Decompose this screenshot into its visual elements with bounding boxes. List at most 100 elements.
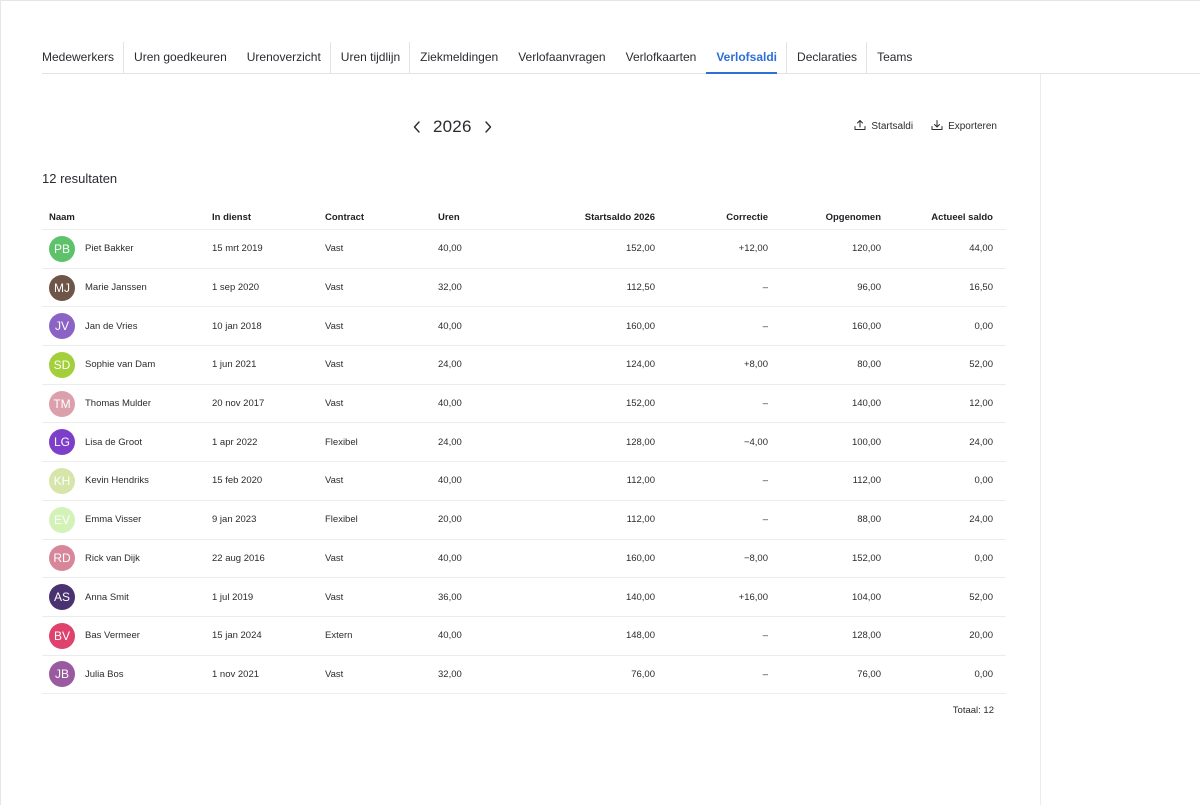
avatar: TM	[49, 390, 75, 417]
cell-correctie: –	[762, 668, 768, 680]
cell-naam: TM Thomas Mulder	[42, 390, 212, 417]
header-startsaldo[interactable]: Startsaldo 2026	[541, 212, 655, 223]
cell-startsaldo: 128,00	[625, 436, 655, 448]
cell-contract: Vast	[325, 320, 344, 332]
table-row[interactable]: MJ Marie Janssen 1 sep 2020 Vast 32,00 112,50…	[42, 269, 1006, 308]
cell-opgenomen: 160,00	[851, 320, 881, 332]
header-contract[interactable]: Contract	[325, 212, 438, 223]
table-row[interactable]: BV Bas Vermeer 15 jan 2024 Extern 40,00 148,0…	[42, 617, 1006, 656]
table-row[interactable]: LG Lisa de Groot 1 apr 2022 Flexibel 24,00 12…	[42, 423, 1006, 463]
cell-naam: JB Julia Bos	[42, 661, 212, 688]
cell-actueel-saldo: 0,00	[974, 552, 994, 564]
cell-in-dienst: 1 jul 2019	[212, 591, 254, 603]
cell-in-dienst: 22 aug 2016	[212, 552, 265, 564]
tab-teams[interactable]: Teams	[867, 41, 922, 73]
table-header: Naam In dienst Contract Uren Startsaldo …	[42, 206, 1006, 230]
export-button[interactable]: Exporteren	[931, 119, 997, 134]
tab-medewerkers[interactable]: Medewerkers	[42, 41, 125, 73]
cell-opgenomen: 104,00	[851, 591, 881, 603]
header-actueel-saldo[interactable]: Actueel saldo	[881, 212, 993, 223]
cell-actueel-saldo: 24,00	[969, 514, 993, 526]
cell-correctie: –	[762, 514, 768, 526]
tab-urenoverzicht[interactable]: Urenoverzicht	[237, 41, 331, 73]
cell-opgenomen: 96,00	[857, 282, 881, 294]
cell-correctie: –	[762, 282, 768, 294]
tab-declaraties[interactable]: Declaraties	[787, 41, 868, 73]
cell-naam: LG Lisa de Groot	[42, 429, 212, 456]
tab-verlofaanvragen[interactable]: Verlofaanvragen	[508, 41, 615, 73]
upload-icon	[854, 119, 866, 134]
total-count: Totaal: 12	[952, 705, 994, 716]
cell-startsaldo: 140,00	[625, 591, 655, 603]
tab-uren-goedkeuren[interactable]: Uren goedkeuren	[124, 41, 237, 73]
cell-startsaldo: 152,00	[625, 243, 655, 255]
table-row[interactable]: KH Kevin Hendriks 15 feb 2020 Vast 40,00 112,…	[42, 462, 1006, 501]
table-row[interactable]: TM Thomas Mulder 20 nov 2017 Vast 40,00 152,0…	[42, 385, 1006, 424]
cell-in-dienst: 15 mrt 2019	[212, 243, 263, 255]
cell-correctie: –	[762, 320, 768, 332]
employee-name: Lisa de Groot	[85, 436, 143, 448]
cell-actueel-saldo: 0,00	[974, 668, 994, 680]
cell-startsaldo: 112,00	[626, 514, 655, 526]
cell-contract: Vast	[325, 475, 344, 487]
cell-actueel-saldo: 16,50	[969, 282, 993, 294]
cell-actueel-saldo: 0,00	[974, 475, 994, 487]
table-row[interactable]: RD Rick van Dijk 22 aug 2016 Vast 40,00 160,0…	[42, 540, 1006, 579]
cell-opgenomen: 80,00	[857, 359, 881, 371]
cell-correctie: +8,00	[743, 359, 768, 371]
table-body: PB Piet Bakker 15 mrt 2019 Vast 40,00 152,00 +…	[42, 230, 1006, 695]
cell-naam: RD Rick van Dijk	[42, 545, 212, 572]
header-naam[interactable]: Naam	[42, 212, 212, 223]
cell-contract: Vast	[325, 243, 344, 255]
chevron-left-icon[interactable]	[409, 119, 425, 135]
cell-correctie: −8,00	[743, 552, 768, 564]
avatar: KH	[49, 467, 75, 494]
header-correctie[interactable]: Correctie	[655, 212, 768, 223]
cell-uren: 32,00	[438, 668, 462, 680]
cell-uren: 20,00	[438, 514, 462, 526]
table-row[interactable]: JV Jan de Vries 10 jan 2018 Vast 40,00 160,00…	[42, 307, 1006, 347]
tab-verlofsaldi[interactable]: Verlofsaldi	[706, 41, 787, 74]
cell-uren: 40,00	[438, 320, 462, 332]
cell-contract: Vast	[325, 359, 344, 371]
table-row[interactable]: AS Anna Smit 1 jul 2019 Vast 36,00 140,00 +16,…	[42, 578, 1006, 617]
tab-ziekmeldingen[interactable]: Ziekmeldingen	[410, 41, 508, 73]
cell-uren: 24,00	[438, 359, 462, 371]
cell-in-dienst: 1 sep 2020	[212, 282, 260, 294]
cell-actueel-saldo: 20,00	[969, 630, 993, 642]
cell-naam: EV Emma Visser	[42, 506, 212, 533]
employee-name: Julia Bos	[85, 668, 124, 680]
header-uren[interactable]: Uren	[438, 212, 541, 223]
cell-startsaldo: 112,00	[626, 475, 655, 487]
cell-uren: 40,00	[438, 630, 462, 642]
table-row[interactable]: SD Sophie van Dam 1 jun 2021 Vast 24,00 124,0…	[42, 346, 1006, 385]
cell-contract: Flexibel	[325, 436, 358, 448]
cell-actueel-saldo: 24,00	[969, 436, 993, 448]
header-opgenomen[interactable]: Opgenomen	[768, 212, 881, 223]
table-row[interactable]: PB Piet Bakker 15 mrt 2019 Vast 40,00 152,00 +…	[42, 230, 1006, 269]
avatar: PB	[49, 235, 75, 262]
cell-actueel-saldo: 44,00	[969, 243, 993, 255]
cell-naam: BV Bas Vermeer	[42, 622, 212, 649]
cell-startsaldo: 160,00	[625, 552, 655, 564]
startsaldi-button[interactable]: Startsaldi	[854, 119, 913, 134]
cell-naam: MJ Marie Janssen	[42, 274, 212, 301]
cell-correctie: –	[762, 475, 768, 487]
header-in-dienst[interactable]: In dienst	[212, 212, 325, 223]
cell-naam: PB Piet Bakker	[42, 235, 212, 262]
employee-name: Piet Bakker	[85, 243, 134, 255]
results-count: 12 resultaten	[42, 171, 118, 186]
tab-verlofkaarten[interactable]: Verlofkaarten	[616, 41, 707, 73]
tab-uren-tijdlijn[interactable]: Uren tijdlijn	[331, 41, 411, 73]
employee-name: Sophie van Dam	[85, 359, 156, 371]
cell-contract: Vast	[325, 552, 344, 564]
cell-opgenomen: 100,00	[851, 436, 881, 448]
table-row[interactable]: EV Emma Visser 9 jan 2023 Flexibel 20,00 112,…	[42, 501, 1006, 540]
employee-name: Kevin Hendriks	[85, 475, 149, 487]
chevron-right-icon[interactable]	[480, 119, 496, 135]
employee-name: Emma Visser	[85, 514, 142, 526]
employee-name: Jan de Vries	[85, 320, 138, 332]
table-row[interactable]: JB Julia Bos 1 nov 2021 Vast 32,00 76,00 – 76,0…	[42, 656, 1006, 695]
avatar: JB	[49, 661, 75, 688]
cell-correctie: –	[762, 398, 768, 410]
